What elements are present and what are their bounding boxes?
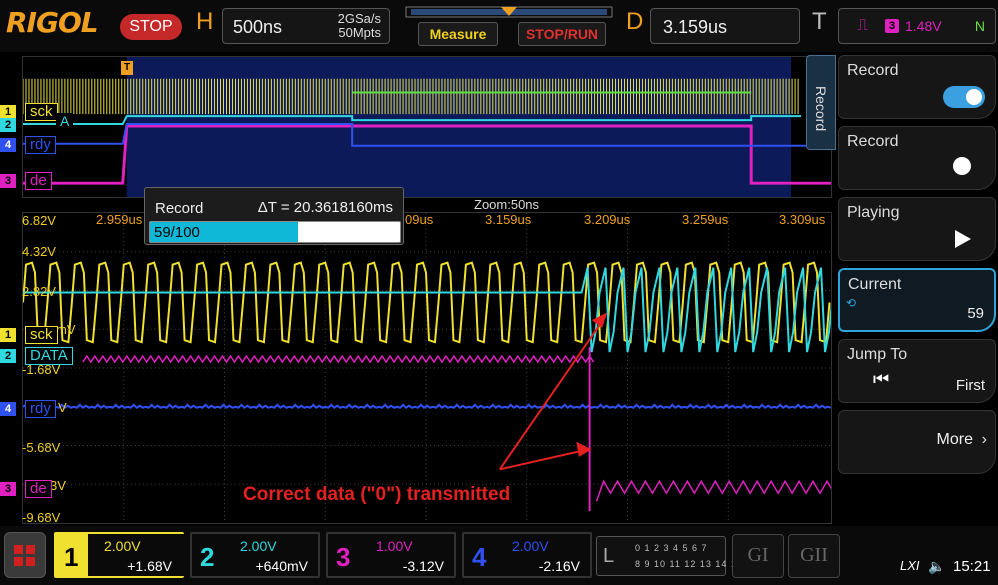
- record-progress-popup: Record ΔT = 20.3618160ms 59/100: [144, 187, 404, 245]
- volt-label: 4.32V: [22, 244, 56, 259]
- main-ch-de[interactable]: de: [25, 480, 52, 498]
- ch2-settings[interactable]: 2 2.00V +640mV: [190, 532, 320, 578]
- generator-2-button[interactable]: GII: [788, 534, 840, 578]
- volt-label: -9.68V: [22, 510, 61, 525]
- playing-button[interactable]: Playing: [838, 197, 996, 261]
- stop-run-button[interactable]: STOP/RUN: [518, 22, 606, 46]
- trigger-position-marker: T: [121, 61, 133, 75]
- ch1-settings[interactable]: 1 2.00V +1.68V: [54, 532, 184, 578]
- time-tick: 3.259us: [682, 212, 729, 227]
- record-delta-time: ΔT = 20.3618160ms: [257, 199, 393, 216]
- delay-value-box[interactable]: 3.159us: [650, 8, 800, 44]
- time-tick: 09us: [405, 212, 434, 227]
- memory-depth: 50Mpts: [338, 25, 381, 40]
- ch4-marker: 4: [0, 138, 16, 152]
- zoom-label: Zoom:50ns: [474, 197, 540, 212]
- trigger-label: T: [812, 8, 827, 35]
- delay-label: D: [626, 8, 644, 35]
- record-start-button[interactable]: Record: [838, 126, 996, 190]
- overview-ch-rdy[interactable]: rdy: [25, 136, 56, 154]
- logic-analyzer-panel[interactable]: L 0 1 2 3 4 5 6 7 8 9 10 11 12 13 14 15: [596, 536, 742, 576]
- ch1-marker: 1: [0, 328, 16, 342]
- main-menu-button[interactable]: [4, 532, 46, 578]
- generator-1-button[interactable]: GI: [732, 534, 784, 578]
- annotation-text: Correct data ("0") transmitted: [243, 484, 511, 505]
- overview-window[interactable]: [22, 56, 832, 198]
- toggle-switch-icon: [943, 86, 985, 108]
- trigger-level: 1.48V: [905, 18, 942, 34]
- overview-ch-de[interactable]: de: [25, 172, 52, 190]
- top-bar: RIGOL STOP H 500ns 2GSa/s 50Mpts Measure…: [0, 0, 998, 52]
- horizontal-timebase[interactable]: 500ns 2GSa/s 50Mpts: [222, 8, 390, 44]
- waveform-screen: T Zoom:50ns 1 sck 2 A 4 rdy 3 de 2.959us…: [0, 52, 832, 525]
- ch1-marker: 1: [0, 105, 16, 119]
- trigger-mode: N: [974, 18, 985, 34]
- main-ch-rdy[interactable]: rdy: [25, 400, 56, 418]
- time-tick: 3.309us: [779, 212, 826, 227]
- overview-ch-data[interactable]: A: [56, 113, 74, 131]
- ch3-marker: 3: [0, 174, 16, 188]
- horizontal-label: H: [196, 8, 214, 35]
- measure-button[interactable]: Measure: [418, 22, 498, 46]
- time-tick: 3.209us: [584, 212, 631, 227]
- record-progress-text: 59/100: [154, 224, 200, 241]
- current-frame-value: 59: [967, 305, 984, 322]
- memory-position-indicator: [405, 6, 613, 18]
- sample-info: 2GSa/s 50Mpts: [338, 12, 381, 40]
- lxi-status: LXI: [900, 558, 920, 573]
- volt-label: -5.68V: [22, 440, 61, 455]
- timebase-value: 500ns: [233, 17, 283, 37]
- delay-value: 3.159us: [663, 17, 728, 37]
- record-dot-icon: [953, 157, 971, 175]
- rising-edge-icon: ⎍: [857, 17, 869, 34]
- ch3-settings[interactable]: 3 1.00V -3.12V: [326, 532, 456, 578]
- jump-to-button[interactable]: Jump To ⏮ First: [838, 339, 996, 403]
- sample-rate: 2GSa/s: [337, 11, 381, 26]
- run-state-badge[interactable]: STOP: [120, 14, 182, 40]
- ch4-marker: 4: [0, 402, 16, 416]
- bottom-bar: 1 2.00V +1.68V 2 2.00V +640mV 3 1.00V -3…: [0, 526, 998, 585]
- ch3-marker: 3: [0, 482, 16, 496]
- zoomed-waveform-area[interactable]: [22, 212, 832, 524]
- more-button[interactable]: More ›: [838, 410, 996, 474]
- ch2-marker: 2: [0, 118, 16, 132]
- sound-mute-icon[interactable]: 🔈: [928, 558, 945, 575]
- record-popup-title: Record: [155, 200, 204, 217]
- time-tick: 3.159us: [485, 212, 532, 227]
- volt-label: 3V: [50, 478, 66, 493]
- trigger-settings[interactable]: ⎍ 3 1.48V N: [838, 8, 996, 44]
- volt-label: 2.82V: [22, 284, 56, 299]
- knob-icon: ⟲: [846, 296, 857, 310]
- volt-label: 6.82V: [22, 213, 56, 228]
- sidebar-tab-record[interactable]: Record: [806, 55, 836, 150]
- clock: 15:21: [953, 558, 991, 575]
- play-icon: [955, 230, 971, 248]
- overview-ch-sck[interactable]: sck: [25, 103, 58, 121]
- record-toggle-button[interactable]: Record: [838, 55, 996, 119]
- chevron-right-icon: ›: [981, 431, 987, 448]
- ch4-settings[interactable]: 4 2.00V -2.16V: [462, 532, 592, 578]
- skip-first-icon: ⏮: [873, 369, 890, 389]
- ch2-marker: 2: [0, 349, 16, 363]
- main-ch-data[interactable]: DATA: [25, 347, 73, 365]
- brand-logo: RIGOL: [6, 6, 99, 39]
- current-frame-button[interactable]: Current ⟲ 59: [838, 268, 996, 332]
- main-ch-sck[interactable]: sck: [25, 326, 58, 344]
- record-progress-bar: 59/100: [149, 221, 401, 243]
- trigger-source: 3: [885, 19, 899, 33]
- volt-label: V: [58, 400, 67, 415]
- time-tick: 2.959us: [96, 212, 143, 227]
- volt-label: mV: [56, 322, 76, 337]
